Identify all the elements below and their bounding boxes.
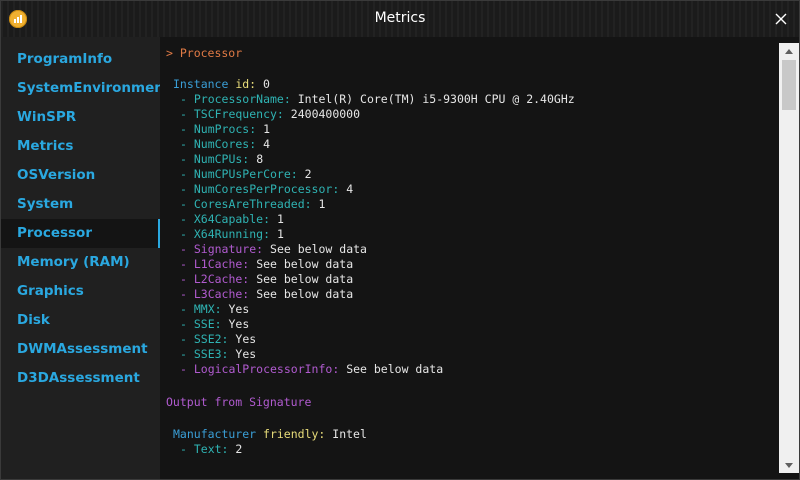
property-key: - TSCFrequency: (180, 107, 284, 121)
property-value: 2400400000 (290, 107, 361, 121)
sidebar: ProgramInfo SystemEnvironment WinSPR Met… (1, 37, 170, 479)
metrics-window: Metrics ProgramInfo SystemEnvironment Wi… (0, 0, 800, 480)
property-row: - ProcessorName: Intel(R) Core(TM) i5-93… (180, 92, 575, 107)
property-key: - X64Capable: (180, 212, 271, 226)
property-value: 1 (318, 197, 326, 211)
property-key: - NumCPUsPerCore: (180, 167, 298, 181)
property-row: - L2Cache: See below data (180, 272, 353, 287)
window-title: Metrics (374, 10, 426, 26)
property-value: 1 (263, 122, 271, 136)
property-value: Yes (235, 332, 257, 346)
property-key: - LogicalProcessorInfo: (180, 362, 340, 376)
property-key: - Signature: (180, 242, 264, 256)
property-key: - CoresAreThreaded: (180, 197, 312, 211)
property-row: - NumCoresPerProcessor: 4 (180, 182, 353, 197)
sidebar-item-programinfo[interactable]: ProgramInfo (1, 45, 160, 74)
property-key: - SSE: (180, 317, 222, 331)
scroll-down-arrow-icon (785, 462, 793, 468)
property-value: 4 (263, 137, 271, 151)
property-value: 1 (276, 212, 284, 226)
property-key: - NumCores: (180, 137, 257, 151)
instance-key: id: (235, 77, 257, 91)
sidebar-item-osversion[interactable]: OSVersion (1, 161, 160, 190)
property-key: - L2Cache: (180, 272, 250, 286)
property-value: See below data (256, 287, 354, 301)
property-key: - ProcessorName: (180, 92, 291, 106)
property-value: See below data (256, 272, 354, 286)
sidebar-item-graphics[interactable]: Graphics (1, 277, 160, 306)
sidebar-item-winspr[interactable]: WinSPR (1, 103, 160, 132)
sidebar-item-dwmassessment[interactable]: DWMAssessment (1, 335, 160, 364)
text-prop-key: - Text: (180, 442, 229, 456)
property-key: - NumProcs: (180, 122, 257, 136)
property-key: - MMX: (180, 302, 222, 316)
property-row: - NumCores: 4 (180, 137, 270, 152)
property-row: - L3Cache: See below data (180, 287, 353, 302)
manufacturer-value: Intel (332, 427, 367, 441)
property-value: Intel(R) Core(TM) i5-9300H CPU @ 2.40GHz (297, 92, 575, 106)
property-row: - Signature: See below data (180, 242, 367, 257)
manufacturer-label: Manufacturer (173, 427, 257, 441)
scroll-up-arrow-icon (785, 48, 793, 54)
title-bar: Metrics (1, 1, 799, 37)
scroll-thumb[interactable] (782, 60, 796, 110)
sidebar-item-processor[interactable]: Processor (1, 219, 160, 248)
sidebar-item-metrics[interactable]: Metrics (1, 132, 160, 161)
property-row: - SSE: Yes (180, 317, 249, 332)
scroll-up-button[interactable] (779, 43, 799, 59)
sidebar-item-memory[interactable]: Memory (RAM) (1, 248, 160, 277)
text-prop-value: 2 (235, 442, 243, 456)
property-value: Yes (228, 317, 250, 331)
property-row: - LogicalProcessorInfo: See below data (180, 362, 443, 377)
property-row: - L1Cache: See below data (180, 257, 353, 272)
property-row: - SSE3: Yes (180, 347, 256, 362)
output-heading: Output from Signature (166, 395, 312, 409)
property-row: - MMX: Yes (180, 302, 249, 317)
scroll-down-button[interactable] (779, 457, 799, 473)
section-heading: > Processor (166, 46, 243, 60)
property-value: See below data (346, 362, 444, 376)
text-prop-line: - Text: 2 (180, 442, 242, 457)
property-key: - L3Cache: (180, 287, 250, 301)
property-key: - L1Cache: (180, 257, 250, 271)
property-key: - NumCPUs: (180, 152, 250, 166)
sidebar-item-disk[interactable]: Disk (1, 306, 160, 335)
property-value: See below data (256, 257, 354, 271)
property-key: - X64Running: (180, 227, 271, 241)
property-row: - TSCFrequency: 2400400000 (180, 107, 360, 122)
instance-label: Instance (173, 77, 229, 91)
details-panel: > Processor Instance id: 0 - ProcessorNa… (160, 37, 799, 479)
property-value: 1 (276, 227, 284, 241)
property-row: - X64Running: 1 (180, 227, 284, 242)
property-value: See below data (270, 242, 367, 256)
property-value: 2 (304, 167, 312, 181)
property-row: - NumCPUsPerCore: 2 (180, 167, 312, 182)
property-row: - X64Capable: 1 (180, 212, 284, 227)
property-key: - SSE3: (180, 347, 229, 361)
vertical-scrollbar[interactable] (779, 43, 799, 473)
property-row: - NumCPUs: 8 (180, 152, 263, 167)
instance-line: Instance id: 0 (173, 77, 270, 92)
property-value: 4 (346, 182, 354, 196)
property-row: - CoresAreThreaded: 1 (180, 197, 325, 212)
property-value: Yes (228, 302, 250, 316)
manufacturer-key: friendly: (263, 427, 326, 441)
close-button[interactable] (769, 7, 793, 31)
instance-value: 0 (263, 77, 270, 91)
property-value: 8 (256, 152, 264, 166)
property-row: - SSE2: Yes (180, 332, 256, 347)
property-key: - NumCoresPerProcessor: (180, 182, 340, 196)
close-icon (775, 13, 787, 25)
manufacturer-line: Manufacturer friendly: Intel (173, 427, 367, 442)
property-value: Yes (235, 347, 257, 361)
sidebar-item-d3dassessment[interactable]: D3DAssessment (1, 364, 160, 393)
property-key: - SSE2: (180, 332, 229, 346)
sidebar-item-systemenvironment[interactable]: SystemEnvironment (1, 74, 170, 103)
property-row: - NumProcs: 1 (180, 122, 270, 137)
sidebar-item-system[interactable]: System (1, 190, 160, 219)
